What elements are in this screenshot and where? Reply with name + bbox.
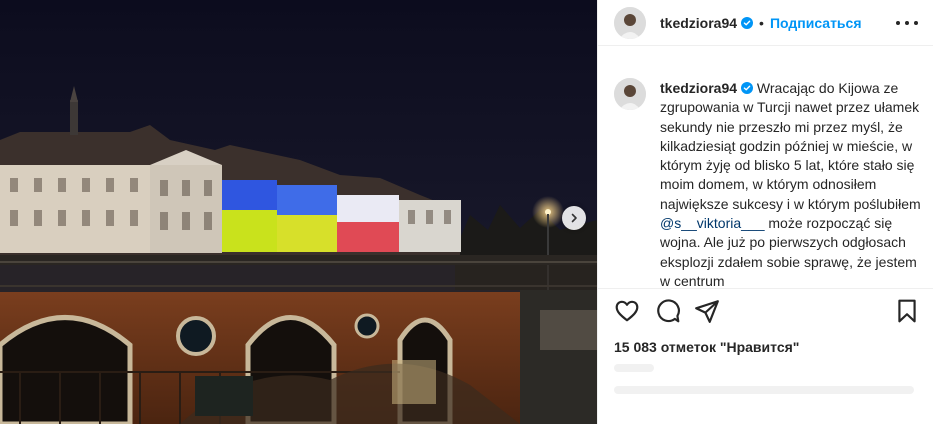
avatar-image [614, 78, 646, 110]
verified-icon [741, 82, 754, 94]
more-options-icon[interactable] [896, 14, 918, 32]
post-header: tkedziora94 • Подписаться [598, 0, 933, 46]
follow-button[interactable]: Подписаться [770, 15, 862, 31]
avatar[interactable] [614, 6, 646, 39]
comment-icon[interactable] [655, 298, 681, 324]
faded-comments-area [614, 364, 914, 424]
heart-icon[interactable] [614, 298, 640, 324]
verified-icon [741, 16, 754, 29]
photo-image [0, 0, 597, 424]
bookmark-icon[interactable] [894, 298, 920, 324]
next-photo-button[interactable] [562, 206, 586, 230]
likes-count[interactable]: 15 083 отметок "Нравится" [614, 339, 799, 355]
separator-dot: • [759, 14, 764, 31]
avatar-image [614, 6, 646, 39]
post-photo [0, 0, 597, 424]
header-username[interactable]: tkedziora94 [660, 15, 737, 31]
post-side-panel: tkedziora94 • Подписаться tkedziora94 Wr… [597, 0, 933, 424]
post-actions-bar [598, 288, 933, 330]
caption-text-before: Wracając do Kijowa ze zgrupowania w Turc… [660, 80, 921, 212]
caption-username[interactable]: tkedziora94 [660, 80, 737, 96]
share-icon[interactable] [694, 298, 720, 324]
chevron-right-icon [571, 213, 577, 223]
caption-area: tkedziora94 Wracając do Kijowa ze zgrupo… [598, 46, 933, 288]
caption-avatar[interactable] [614, 78, 646, 110]
post-caption: tkedziora94 Wracając do Kijowa ze zgrupo… [660, 79, 928, 288]
caption-mention-link[interactable]: @s__viktoria___ [660, 215, 765, 231]
